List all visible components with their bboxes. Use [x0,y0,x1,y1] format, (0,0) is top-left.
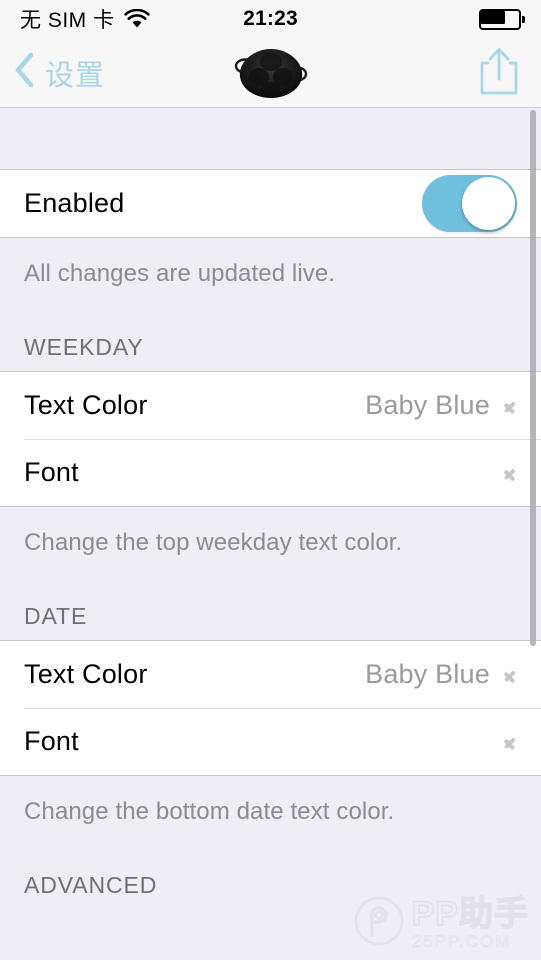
section-header-weekday: WEEKDAY [0,288,541,371]
row-accessory-group [490,462,517,484]
row-accessory-group: Baby Blue [365,390,517,421]
status-bar: 无 SIM 卡 21:23 [0,0,541,38]
back-button-label: 设置 [45,59,106,92]
table-top-spacer [0,108,541,170]
row-accessory-group [490,731,517,753]
enabled-toggle-knob [462,177,515,230]
row-label: Font [24,457,79,487]
row-weekday-text-color[interactable]: Text Color Baby Blue [0,371,541,439]
share-button[interactable] [477,38,521,108]
row-date-font[interactable]: Font [0,708,541,776]
row-value: Baby Blue [365,390,490,420]
row-label: Text Color [24,390,148,420]
row-enabled-label: Enabled [24,188,125,218]
row-date-text-color[interactable]: Text Color Baby Blue [0,640,541,708]
vertical-scrollbar[interactable] [530,110,536,646]
battery-icon [479,8,525,30]
share-icon [477,45,521,102]
back-button[interactable]: 设置 [0,50,105,95]
chevron-right-icon [504,395,517,417]
date-footer-text: Change the bottom date text color. [0,776,541,826]
row-enabled[interactable]: Enabled [0,170,541,238]
navigation-bar: 设置 [0,38,541,108]
row-label: Text Color [24,659,148,689]
row-value: Baby Blue [365,659,490,689]
row-weekday-font[interactable]: Font [0,439,541,507]
chevron-left-icon [12,50,36,95]
status-bar-right [479,0,525,38]
row-accessory-group: Baby Blue [365,659,517,690]
section-header-date: DATE [0,557,541,640]
row-label: Font [24,726,79,756]
enabled-toggle[interactable] [422,175,517,232]
ios-settings-screen: 无 SIM 卡 21:23 设置 Enabled All changes are… [0,0,541,960]
weekday-footer-text: Change the top weekday text color. [0,507,541,557]
section-header-advanced: ADVANCED [0,826,541,909]
clock-label: 21:23 [243,7,298,30]
enabled-footer-text: All changes are updated live. [0,238,541,288]
settings-table[interactable]: Enabled All changes are updated live. WE… [0,108,541,960]
chevron-right-icon [504,664,517,686]
chevron-right-icon [504,462,517,484]
chevron-right-icon [504,731,517,753]
